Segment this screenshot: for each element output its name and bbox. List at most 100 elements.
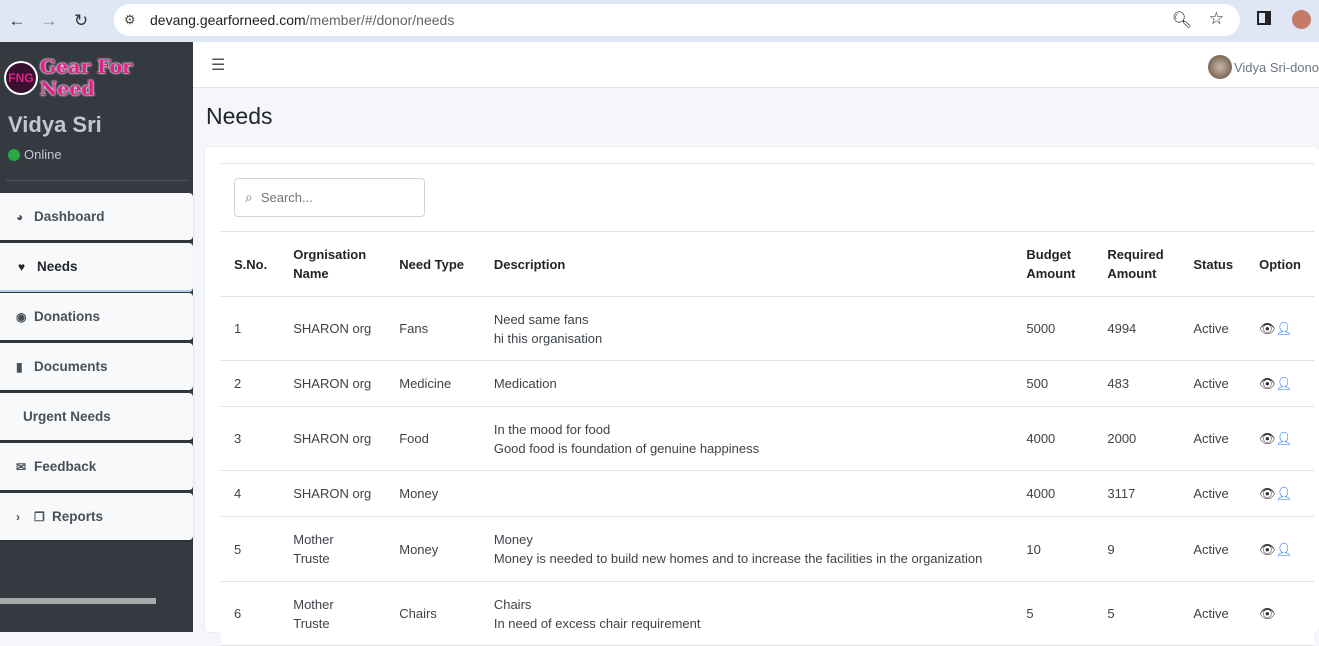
zoom-icon[interactable]: 🔍︎ <box>1172 10 1192 30</box>
hamburger-menu-icon[interactable]: ☰ <box>211 55 225 75</box>
col-status[interactable]: Status <box>1180 231 1247 297</box>
eye-icon[interactable]: 👁︎ <box>1259 486 1276 501</box>
label: Reports <box>52 509 104 524</box>
envelope-icon: ✉ <box>16 459 27 474</box>
user-icon[interactable]: 👤︎ <box>1276 542 1293 557</box>
table-row: 1 SHARON org Fans Need same fans hi this … <box>221 296 1314 361</box>
cell-option: 👁︎👤︎ <box>1246 516 1314 582</box>
col-type[interactable]: Need Type <box>386 231 481 297</box>
online-status: Online <box>8 147 62 162</box>
cell-desc: Chairs In need of excess chair requiremen… <box>480 581 1014 646</box>
user-icon[interactable]: 👤︎ <box>1276 431 1293 446</box>
col-required[interactable]: Required Amount <box>1094 231 1181 297</box>
page-title: Needs <box>206 103 273 129</box>
cell-required: 5 <box>1094 581 1181 646</box>
sidebar-item-needs[interactable]: ♥ Needs <box>0 243 193 290</box>
cell-org: SHARON org <box>280 470 387 517</box>
desc-line-1: In the mood for food <box>493 421 611 437</box>
url-host: devang.gearforneed.com <box>150 12 306 28</box>
col-option[interactable]: Option <box>1246 231 1314 297</box>
org-name: SHARON org <box>293 321 372 336</box>
sidebar-menu: ◕ Dashboard ♥ Needs ◉ Donations ▮ Documents … <box>0 193 193 543</box>
donate-icon: ◉ <box>16 309 27 324</box>
top-navbar: ☰ Vidya Sri-dono <box>193 42 1319 88</box>
table-container: ⌕ Search... S.No. Orgnisation Name Need T… <box>221 163 1314 646</box>
user-icon[interactable]: 👤︎ <box>1276 321 1293 336</box>
col-org[interactable]: Orgnisation Name <box>280 231 387 297</box>
cell-budget: 5000 <box>1013 296 1095 361</box>
bookmark-star-icon[interactable]: ☆ <box>1209 9 1224 29</box>
col-desc[interactable]: Description <box>480 231 1014 297</box>
browser-toolbar: ← → ↻ ⚙ devang.gearforneed.com/member/#/… <box>0 0 1319 42</box>
back-icon[interactable]: ← <box>2 11 32 31</box>
cell-sno: 1 <box>221 296 281 361</box>
site-settings-icon[interactable]: ⚙ <box>124 12 136 28</box>
sidebar: FNG Gear For Need Vidya Sri Online ◕ Dash… <box>0 42 193 632</box>
sidebar-item-feedback[interactable]: ✉ Feedback <box>0 443 193 490</box>
address-bar[interactable]: ⚙ devang.gearforneed.com/member/#/donor/… <box>114 4 1240 36</box>
sidebar-item-dashboard[interactable]: ◕ Dashboard <box>0 193 193 240</box>
eye-icon[interactable]: 👁︎ <box>1259 431 1276 446</box>
user-icon[interactable]: 👤︎ <box>1276 486 1293 501</box>
profile-avatar[interactable] <box>1292 10 1311 29</box>
chart-pie-icon: ◕ <box>16 209 24 224</box>
eye-icon[interactable]: 👁︎ <box>1259 606 1276 621</box>
col-org-label: Orgnisation Name <box>293 247 367 281</box>
label: Dashboard <box>34 209 105 224</box>
cell-option: 👁︎👤︎ <box>1246 406 1314 471</box>
table-row: 6 Mother Truste Chairs Chairs In need of … <box>221 581 1314 646</box>
cell-type: Food <box>386 406 481 471</box>
cell-budget: 500 <box>1013 360 1095 407</box>
sidebar-item-urgent-needs[interactable]: Urgent Needs <box>0 393 193 440</box>
status-text: Online <box>24 147 62 162</box>
logo-text: Gear For Need <box>39 56 133 100</box>
label: Needs <box>37 259 78 274</box>
cell-sno: 6 <box>221 581 281 646</box>
needs-table: S.No. Orgnisation Name Need Type Descrip… <box>221 231 1314 646</box>
col-required-label: Required Amount <box>1107 247 1164 281</box>
label: Urgent Needs <box>23 409 111 424</box>
user-avatar <box>1207 55 1232 79</box>
cell-budget: 4000 <box>1013 406 1095 471</box>
cell-option: 👁︎ <box>1246 581 1314 646</box>
cell-status: Active <box>1180 516 1247 582</box>
cell-sno: 5 <box>221 516 281 582</box>
cell-type: Fans <box>386 296 481 361</box>
table-row: 5 Mother Truste Money Money Money is need… <box>221 516 1314 582</box>
sidebar-scrollbar[interactable] <box>0 598 156 604</box>
cell-type: Money <box>386 470 481 517</box>
cell-desc: Need same fans hi this organisation <box>480 296 1014 361</box>
desc-line-1: Need same fans <box>493 311 589 327</box>
sidebar-item-donations[interactable]: ◉ Donations <box>0 293 193 340</box>
copy-icon: ❐ <box>34 509 45 524</box>
cell-required: 9 <box>1094 516 1181 582</box>
cell-org: SHARON org <box>280 360 387 407</box>
logo[interactable]: FNG Gear For Need <box>4 56 193 100</box>
search-input[interactable]: ⌕ Search... <box>234 178 425 217</box>
table-row: 3 SHARON org Food In the mood for food Go… <box>221 406 1314 471</box>
col-budget[interactable]: Budget Amount <box>1013 231 1095 297</box>
cell-option: 👁︎👤︎ <box>1246 470 1314 517</box>
org-name: Mother Truste <box>293 596 334 631</box>
label: Feedback <box>34 459 97 474</box>
needs-card: ⌕ Search... S.No. Orgnisation Name Need T… <box>205 147 1319 646</box>
forward-icon[interactable]: → <box>34 11 64 31</box>
cell-desc: Medication <box>480 360 1014 407</box>
org-name: SHARON org <box>293 376 372 391</box>
eye-icon[interactable]: 👁︎ <box>1259 376 1276 391</box>
url-path: /member/#/donor/needs <box>305 12 455 28</box>
eye-icon[interactable]: 👁︎ <box>1259 542 1276 557</box>
cell-required: 2000 <box>1094 406 1181 471</box>
cell-status: Active <box>1180 360 1247 407</box>
desc-line-2: Money is needed to build new homes and t… <box>493 551 983 566</box>
side-panel-icon[interactable] <box>1257 11 1271 25</box>
sidebar-item-documents[interactable]: ▮ Documents <box>0 343 193 390</box>
user-icon[interactable]: 👤︎ <box>1276 376 1293 391</box>
reload-icon[interactable]: ↻ <box>66 11 96 31</box>
sidebar-item-reports[interactable]: › ❐ Reports <box>0 493 193 540</box>
cell-budget: 5 <box>1013 581 1095 646</box>
user-menu[interactable]: Vidya Sri-dono <box>1207 55 1319 79</box>
col-sno[interactable]: S.No. <box>221 231 281 297</box>
cell-status: Active <box>1180 581 1247 646</box>
eye-icon[interactable]: 👁︎ <box>1259 321 1276 336</box>
